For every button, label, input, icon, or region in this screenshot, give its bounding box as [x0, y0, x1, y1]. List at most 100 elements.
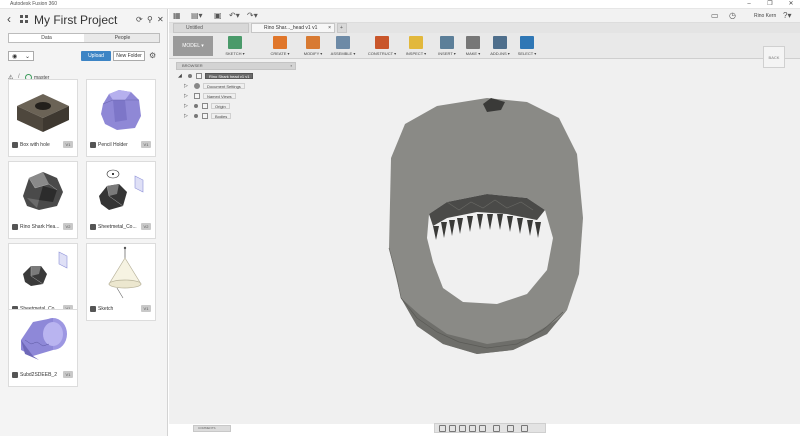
close-tab-icon[interactable]: × — [328, 24, 331, 32]
title-bar: Autodesk Fusion 360 – ❐ ✕ — [0, 0, 800, 9]
close-icon[interactable]: ✕ — [784, 0, 798, 9]
sheetmetal-thumbnail — [23, 251, 68, 286]
globe-icon: ◉ — [12, 54, 18, 60]
browser-item-label: Named Views — [203, 93, 236, 99]
add-ins-icon — [493, 36, 507, 49]
tool-select[interactable]: SELECT ▾ — [515, 35, 539, 58]
view-cube[interactable]: BACK — [763, 46, 785, 68]
settings-gear-icon — [194, 83, 200, 89]
search-icon[interactable]: ⚲ — [147, 15, 153, 24]
tool-make[interactable]: MAKE ▾ — [463, 35, 483, 58]
insert-image-icon — [440, 36, 454, 49]
visibility-icon[interactable] — [194, 104, 198, 108]
file-card-subd[interactable]: Subd2SDEEB_2 V1 — [8, 309, 78, 387]
new-tab-icon[interactable]: + — [337, 23, 347, 33]
tab-untitled[interactable]: Untitled — [173, 23, 249, 33]
job-status-icon[interactable]: ▭ — [711, 11, 719, 21]
zoom-icon[interactable] — [469, 425, 476, 432]
construct-plane-icon — [375, 36, 389, 49]
toolbar-ribbon: MODEL ▾ SKETCH ▾ CREATE ▾ MODIFY ▾ ASSEMBLE… — [169, 33, 800, 59]
tool-create[interactable]: CREATE ▾ — [265, 35, 295, 58]
tool-sketch[interactable]: SKETCH ▾ — [221, 35, 249, 58]
window-title: Autodesk Fusion 360 — [10, 1, 57, 7]
pin-icon[interactable]: ▪ — [291, 63, 292, 69]
back-chevron-icon[interactable]: ‹ — [7, 13, 11, 25]
tab-rino-shark-head[interactable]: Rino Shar..._head v1 v1 × — [251, 23, 335, 33]
tool-add-ins[interactable]: ADD-INS ▾ — [487, 35, 513, 58]
tab-data[interactable]: Data — [9, 34, 84, 42]
close-panel-icon[interactable]: ✕ — [157, 15, 164, 24]
version-badge: V1 — [141, 305, 151, 312]
expand-triangle-icon[interactable]: ▷ — [184, 92, 188, 100]
shark-head-model[interactable] — [387, 98, 583, 360]
user-account-menu[interactable]: Rino Kern — [754, 13, 776, 19]
comments-panel[interactable]: COMMENTS — [193, 425, 231, 432]
look-at-icon[interactable] — [449, 425, 456, 432]
visibility-icon[interactable] — [194, 114, 198, 118]
grid-settings-icon[interactable] — [507, 425, 514, 432]
design-file-icon — [90, 224, 96, 230]
minimize-icon[interactable]: – — [742, 0, 756, 9]
visibility-icon[interactable] — [188, 74, 192, 78]
tool-insert[interactable]: INSERT ▾ — [435, 35, 459, 58]
new-folder-button[interactable]: New Folder — [113, 51, 145, 61]
tab-label: Rino Shar..._head v1 v1 — [264, 25, 318, 31]
tool-construct[interactable]: CONSTRUCT ▾ — [365, 35, 399, 58]
browser-item-label: Bodies — [211, 113, 232, 119]
browser-header: BROWSER ▪ — [176, 62, 296, 70]
file-name: Box with hole — [20, 142, 50, 148]
help-icon[interactable]: ?▾ — [783, 11, 791, 21]
viewports-icon[interactable] — [521, 425, 528, 432]
tool-label: SELECT ▾ — [517, 51, 537, 56]
tool-inspect[interactable]: INSPECT ▾ — [403, 35, 429, 58]
workspace-switcher[interactable]: MODEL ▾ — [173, 36, 213, 56]
tool-assemble[interactable]: ASSEMBLE ▾ — [327, 35, 359, 58]
file-card-sketch[interactable]: Sketch V1 — [86, 243, 156, 321]
file-name: Pencil Holder — [98, 142, 128, 148]
view-dropdown[interactable]: ◉ ⌄ — [8, 51, 34, 61]
refresh-icon[interactable]: ⟳ — [136, 15, 143, 24]
tab-people[interactable]: People — [85, 34, 160, 42]
project-title: My First Project — [34, 13, 118, 27]
file-card-sheetmetal-1[interactable]: Sheetmetal_Co... V2 — [86, 161, 156, 239]
box-with-hole-thumbnail — [17, 94, 69, 132]
browser-item-label: Origin — [211, 103, 230, 109]
pencil-holder-thumbnail — [101, 90, 141, 130]
tool-label: SKETCH ▾ — [225, 51, 245, 56]
design-file-icon — [90, 142, 96, 148]
show-data-panel-icon[interactable]: ▦ — [173, 11, 181, 21]
expand-triangle-icon[interactable]: ▷ — [184, 82, 188, 90]
pan-icon[interactable] — [459, 425, 466, 432]
upload-button[interactable]: Upload — [81, 51, 111, 61]
design-file-icon — [12, 142, 18, 148]
tool-label: CREATE ▾ — [270, 51, 290, 56]
tool-modify[interactable]: MODIFY ▾ — [301, 35, 325, 58]
root-component-name: Rino Shark head v1 v1 — [205, 73, 254, 79]
app-toolbar: ▦ ▤▾ ▣ ↶▾ ↷▾ ▭ ◷ Rino Kern ?▾ — [169, 9, 800, 23]
save-icon[interactable]: ▣ — [214, 11, 222, 21]
display-settings-icon[interactable] — [493, 425, 500, 432]
clock-icon[interactable]: ◷ — [729, 11, 736, 21]
maximize-icon[interactable]: ❐ — [763, 0, 777, 9]
expand-triangle-icon[interactable]: ▷ — [184, 112, 188, 120]
file-card-rino-shark-head[interactable]: Rino Shark Hea... V2 — [8, 161, 78, 239]
projects-grid-icon[interactable] — [20, 15, 28, 23]
file-card-box-with-hole[interactable]: Box with hole V1 — [8, 79, 78, 157]
tool-label: MAKE ▾ — [465, 51, 481, 56]
file-name: Rino Shark Hea... — [20, 224, 60, 230]
design-file-icon — [12, 224, 18, 230]
file-card-pencil-holder[interactable]: Pencil Holder V1 — [86, 79, 156, 157]
file-name: Subd2SDEEB_2 — [20, 372, 57, 378]
orbit-icon[interactable] — [439, 425, 446, 432]
file-menu-icon[interactable]: ▤▾ — [191, 11, 203, 21]
redo-icon[interactable]: ↷▾ — [247, 11, 258, 21]
collapse-triangle-icon[interactable]: ◢ — [178, 72, 182, 80]
expand-triangle-icon[interactable]: ▷ — [184, 102, 188, 110]
fit-icon[interactable] — [479, 425, 486, 432]
version-badge: V1 — [63, 141, 73, 148]
settings-gear-icon[interactable]: ⚙ — [149, 51, 156, 60]
undo-icon[interactable]: ↶▾ — [229, 11, 240, 21]
file-name: Sketch — [98, 306, 114, 312]
file-name: Sheetmetal_Co... — [98, 224, 137, 230]
tool-label: CONSTRUCT ▾ — [367, 51, 397, 56]
